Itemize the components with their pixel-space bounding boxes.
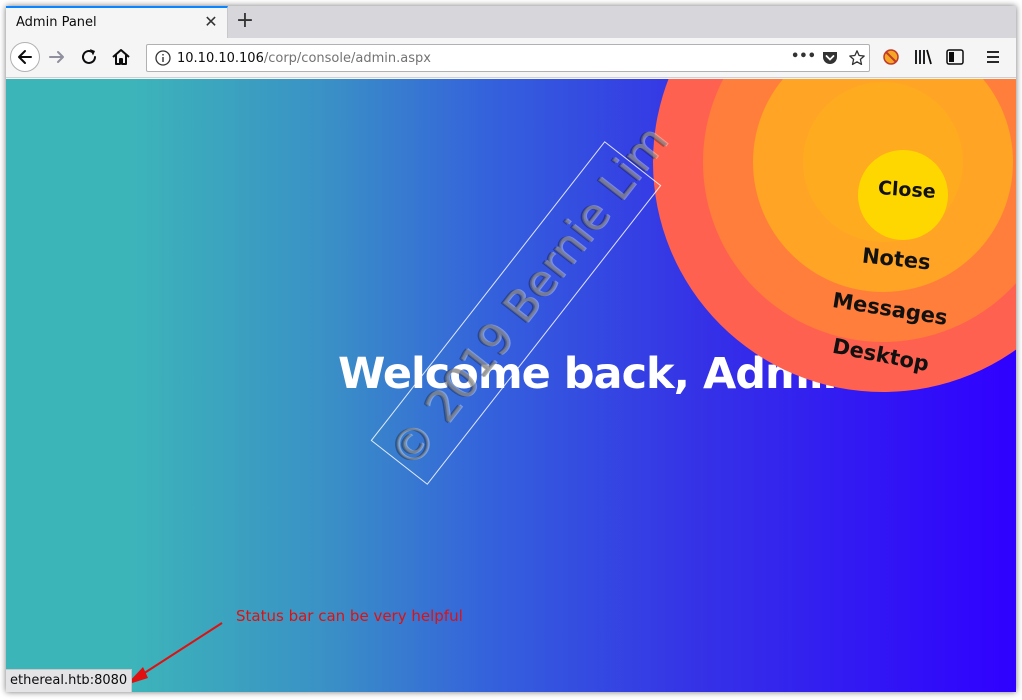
tab-strip: Admin Panel ✕ + — [6, 6, 1016, 38]
home-icon[interactable] — [110, 46, 132, 68]
tab-title: Admin Panel — [16, 15, 97, 30]
library-icon[interactable] — [912, 46, 934, 68]
tab-admin-panel[interactable]: Admin Panel ✕ — [6, 6, 228, 38]
url-text[interactable]: 10.10.10.106/corp/console/admin.aspx — [177, 51, 431, 66]
back-icon — [18, 50, 32, 64]
page-content: Welcome back, Admin Close Notes Messages… — [6, 79, 1016, 692]
browser-window: Admin Panel ✕ + 10.10.10.106/corp/consol… — [6, 6, 1016, 692]
back-button[interactable] — [10, 42, 40, 72]
annotation-text: Status bar can be very helpful — [236, 607, 463, 625]
page-actions-button[interactable]: ••• — [791, 49, 816, 64]
sidebar-icon[interactable] — [944, 46, 966, 68]
new-tab-button[interactable]: + — [234, 10, 256, 32]
pocket-icon[interactable] — [821, 49, 839, 67]
url-host: 10.10.10.106 — [177, 51, 264, 66]
bookmark-star-icon[interactable] — [848, 49, 866, 67]
forward-icon[interactable] — [46, 46, 68, 68]
annotation-arrow — [126, 622, 223, 685]
status-bar: ethereal.htb:8080 — [6, 669, 133, 692]
url-bar[interactable]: 10.10.10.106/corp/console/admin.aspx ••• — [146, 44, 870, 72]
navigation-toolbar: 10.10.10.106/corp/console/admin.aspx ••• — [6, 38, 1016, 78]
menu-close-label[interactable]: Close — [877, 177, 936, 203]
extension-icon[interactable] — [880, 46, 902, 68]
menu-icon[interactable] — [982, 46, 1004, 68]
site-info-icon[interactable] — [154, 49, 172, 67]
reload-icon[interactable] — [78, 46, 100, 68]
watermark: © 2019 Bernie Lim — [370, 116, 678, 485]
url-path: /corp/console/admin.aspx — [263, 51, 431, 66]
tab-close-icon[interactable]: ✕ — [203, 14, 219, 30]
